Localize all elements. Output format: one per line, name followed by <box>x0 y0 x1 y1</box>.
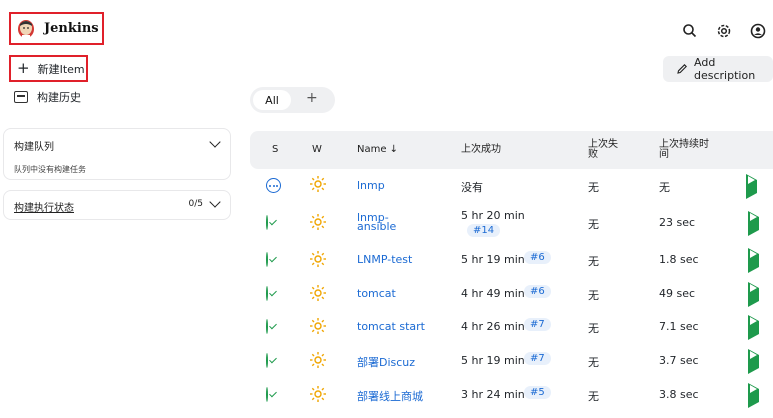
new-item-button[interactable]: + 新建Item <box>9 55 88 82</box>
weather-sunny-icon[interactable] <box>309 250 327 271</box>
column-header-name[interactable]: Name ↓ <box>357 145 398 155</box>
build-number-link[interactable]: #6 <box>524 285 551 298</box>
column-header-status[interactable]: S <box>272 145 278 155</box>
last-failure-text: 无 <box>588 322 599 335</box>
job-link[interactable]: tomcat start <box>357 320 425 333</box>
table-row: LNMP-test 5 hr 19 min #6 无 1.8 sec <box>250 243 773 276</box>
last-success-cell: 5 hr 20 min #14 <box>461 209 571 237</box>
run-build-icon[interactable] <box>748 315 759 340</box>
last-success-text: 4 hr 26 min <box>461 320 525 333</box>
last-success-text: 没有 <box>461 181 483 194</box>
last-success-text: 5 hr 19 min <box>461 253 525 266</box>
last-duration-text: 23 sec <box>659 216 696 229</box>
last-failure-text: 无 <box>588 181 599 194</box>
last-failure-text: 无 <box>588 289 599 302</box>
last-success-text: 5 hr 19 min <box>461 354 525 367</box>
pencil-icon <box>676 63 688 75</box>
chevron-down-icon[interactable] <box>209 196 221 208</box>
executor-count: 0/5 <box>188 199 203 209</box>
run-build-icon[interactable] <box>748 248 759 273</box>
executor-status-link[interactable]: 构建执行状态 <box>14 199 74 214</box>
executor-status-panel: 构建执行状态 0/5 <box>3 190 231 220</box>
add-view-button[interactable]: + <box>306 90 318 106</box>
column-header-last-duration-line2: 间 <box>659 149 669 160</box>
weather-sunny-icon[interactable] <box>309 351 327 372</box>
new-item-label: 新建Item <box>37 62 85 76</box>
build-history-label: 构建历史 <box>37 91 81 104</box>
column-header-weather[interactable]: W <box>312 145 322 155</box>
table-row: tomcat start 4 hr 26 min #7 无 7.1 sec <box>250 310 773 343</box>
jenkins-logo-link[interactable]: Jenkins <box>9 12 104 45</box>
weather-sunny-icon[interactable] <box>309 317 327 338</box>
last-failure-text: 无 <box>588 390 599 403</box>
add-description-button[interactable]: Add description <box>663 56 773 82</box>
search-icon[interactable] <box>681 22 699 40</box>
inbox-icon <box>14 91 28 103</box>
last-success-text: 5 hr 20 min <box>461 209 525 222</box>
last-success-text: 4 hr 49 min <box>461 287 525 300</box>
last-failure-text: 无 <box>588 218 599 231</box>
gear-icon[interactable] <box>715 22 733 40</box>
last-failure-text: 无 <box>588 255 599 268</box>
build-number-link[interactable]: #7 <box>524 318 551 331</box>
last-success-text: 3 hr 24 min <box>461 388 525 401</box>
view-tabs: All + <box>250 87 335 113</box>
build-history-link[interactable]: 构建历史 <box>14 89 81 105</box>
build-queue-title: 构建队列 <box>14 142 54 153</box>
job-link[interactable]: 部署线上商城 <box>357 388 423 404</box>
jenkins-logo-icon <box>16 18 36 40</box>
weather-sunny-icon[interactable] <box>309 385 327 406</box>
status-success-icon[interactable] <box>266 215 268 230</box>
last-duration-text: 3.7 sec <box>659 354 699 367</box>
table-row: tomcat 4 hr 49 min #6 无 49 sec <box>250 277 773 310</box>
app-title: Jenkins <box>44 21 99 36</box>
status-success-icon[interactable] <box>266 286 268 301</box>
build-number-link[interactable]: #14 <box>467 224 501 237</box>
column-header-last-duration[interactable]: 上次持续时 间 <box>659 140 709 160</box>
build-number-link[interactable]: #5 <box>524 386 551 399</box>
jobs-table: S W Name ↓ 上次成功 上次失 败 上次持续时 间 lnmp 没有 无 … <box>250 131 773 418</box>
table-row: 部署线上商城 3 hr 24 min #5 无 3.8 sec <box>250 378 773 411</box>
job-link[interactable]: LNMP-test <box>357 253 412 266</box>
table-row: 部署Discuz 5 hr 19 min #7 无 3.7 sec <box>250 344 773 377</box>
add-description-label: Add description <box>694 56 756 82</box>
build-queue-panel: 构建队列 队列中没有构建任务 <box>3 128 231 180</box>
status-success-icon[interactable] <box>266 252 268 267</box>
status-success-icon[interactable] <box>266 387 268 402</box>
job-link[interactable]: 部署Discuz <box>357 354 415 370</box>
build-number-link[interactable]: #6 <box>524 251 551 264</box>
tab-all[interactable]: All <box>253 90 291 110</box>
last-duration-text: 7.1 sec <box>659 320 699 333</box>
column-header-last-failure[interactable]: 上次失 败 <box>588 140 618 160</box>
last-duration-text: 无 <box>659 181 670 194</box>
last-duration-text: 1.8 sec <box>659 253 699 266</box>
job-link[interactable]: lnmp- ansible <box>357 212 397 233</box>
job-link-line2: ansible <box>357 220 397 233</box>
build-queue-empty-text: 队列中没有构建任务 <box>14 165 86 174</box>
run-build-icon[interactable] <box>746 174 757 199</box>
last-failure-text: 无 <box>588 356 599 369</box>
status-pending-icon[interactable] <box>266 178 281 193</box>
build-number-link[interactable]: #7 <box>524 352 551 365</box>
job-link[interactable]: tomcat <box>357 287 396 300</box>
column-header-last-failure-line2: 败 <box>588 149 598 160</box>
column-header-last-success[interactable]: 上次成功 <box>461 145 501 155</box>
run-build-icon[interactable] <box>748 383 759 408</box>
weather-sunny-icon[interactable] <box>309 284 327 305</box>
user-icon[interactable] <box>749 22 767 40</box>
last-duration-text: 49 sec <box>659 287 696 300</box>
run-build-icon[interactable] <box>748 349 759 374</box>
chevron-down-icon[interactable] <box>209 136 221 148</box>
run-build-icon[interactable] <box>748 211 759 236</box>
table-row: lnmp- ansible 5 hr 20 min #14 无 23 sec <box>250 203 773 241</box>
job-link[interactable]: lnmp <box>357 179 385 192</box>
table-row: lnmp 没有 无 无 <box>250 169 773 202</box>
run-build-icon[interactable] <box>748 282 759 307</box>
last-duration-text: 3.8 sec <box>659 388 699 401</box>
status-success-icon[interactable] <box>266 353 268 368</box>
weather-sunny-icon[interactable] <box>309 213 327 234</box>
status-success-icon[interactable] <box>266 319 268 334</box>
plus-icon: + <box>17 59 30 77</box>
weather-sunny-icon[interactable] <box>309 175 327 196</box>
